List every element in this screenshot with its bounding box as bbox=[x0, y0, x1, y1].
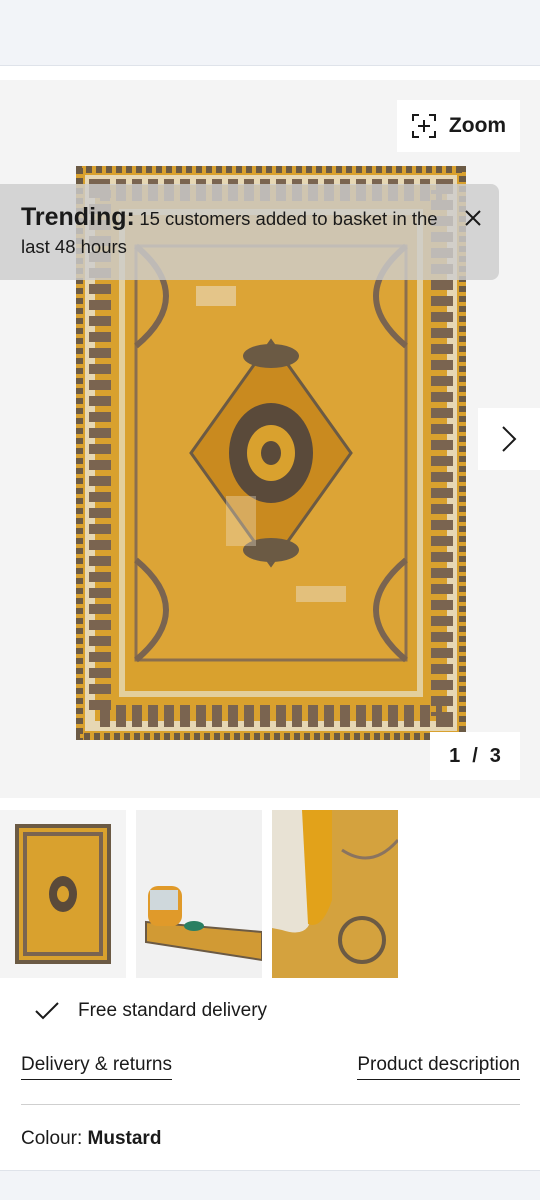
bottom-bar bbox=[0, 1170, 540, 1200]
zoom-icon bbox=[411, 114, 436, 138]
free-delivery-row: Free standard delivery bbox=[34, 1000, 267, 1022]
zoom-button[interactable]: Zoom bbox=[397, 100, 520, 152]
next-image-button[interactable] bbox=[478, 408, 540, 470]
colour-value: Mustard bbox=[87, 1128, 162, 1149]
product-description-link[interactable]: Product description bbox=[357, 1054, 520, 1080]
counter-total: 3 bbox=[489, 744, 501, 767]
thumbnail-strip bbox=[0, 810, 398, 978]
thumbnail-detail-image bbox=[272, 810, 398, 978]
close-icon[interactable] bbox=[461, 206, 485, 230]
divider bbox=[21, 1104, 520, 1105]
trending-banner: Trending: 15 customers added to basket i… bbox=[0, 184, 499, 280]
zoom-label: Zoom bbox=[448, 114, 507, 137]
chevron-right-icon bbox=[502, 426, 517, 452]
counter-current: 1 bbox=[449, 744, 461, 767]
trending-heading: Trending: bbox=[21, 203, 135, 231]
product-page: Zoom Trending: 15 customers added to bas… bbox=[0, 0, 540, 1200]
top-bar bbox=[0, 0, 540, 66]
thumbnail-room-image bbox=[136, 810, 262, 978]
checkmark-icon bbox=[35, 1002, 59, 1020]
thumbnail-1[interactable] bbox=[0, 810, 126, 978]
info-links: Delivery & returns Product description bbox=[21, 1054, 520, 1080]
image-counter: 1 / 3 bbox=[430, 732, 520, 780]
thumbnail-3[interactable] bbox=[272, 810, 398, 978]
delivery-returns-link[interactable]: Delivery & returns bbox=[21, 1054, 172, 1080]
free-delivery-text: Free standard delivery bbox=[78, 1000, 268, 1021]
colour-row: Colour: Mustard bbox=[21, 1128, 161, 1150]
product-content: Zoom Trending: 15 customers added to bas… bbox=[0, 66, 540, 1170]
thumbnail-2[interactable] bbox=[136, 810, 262, 978]
thumbnail-rug-image bbox=[0, 810, 126, 978]
counter-separator: / bbox=[472, 744, 478, 767]
colour-label: Colour: bbox=[21, 1128, 83, 1149]
image-gallery[interactable]: Zoom Trending: 15 customers added to bas… bbox=[0, 80, 540, 798]
